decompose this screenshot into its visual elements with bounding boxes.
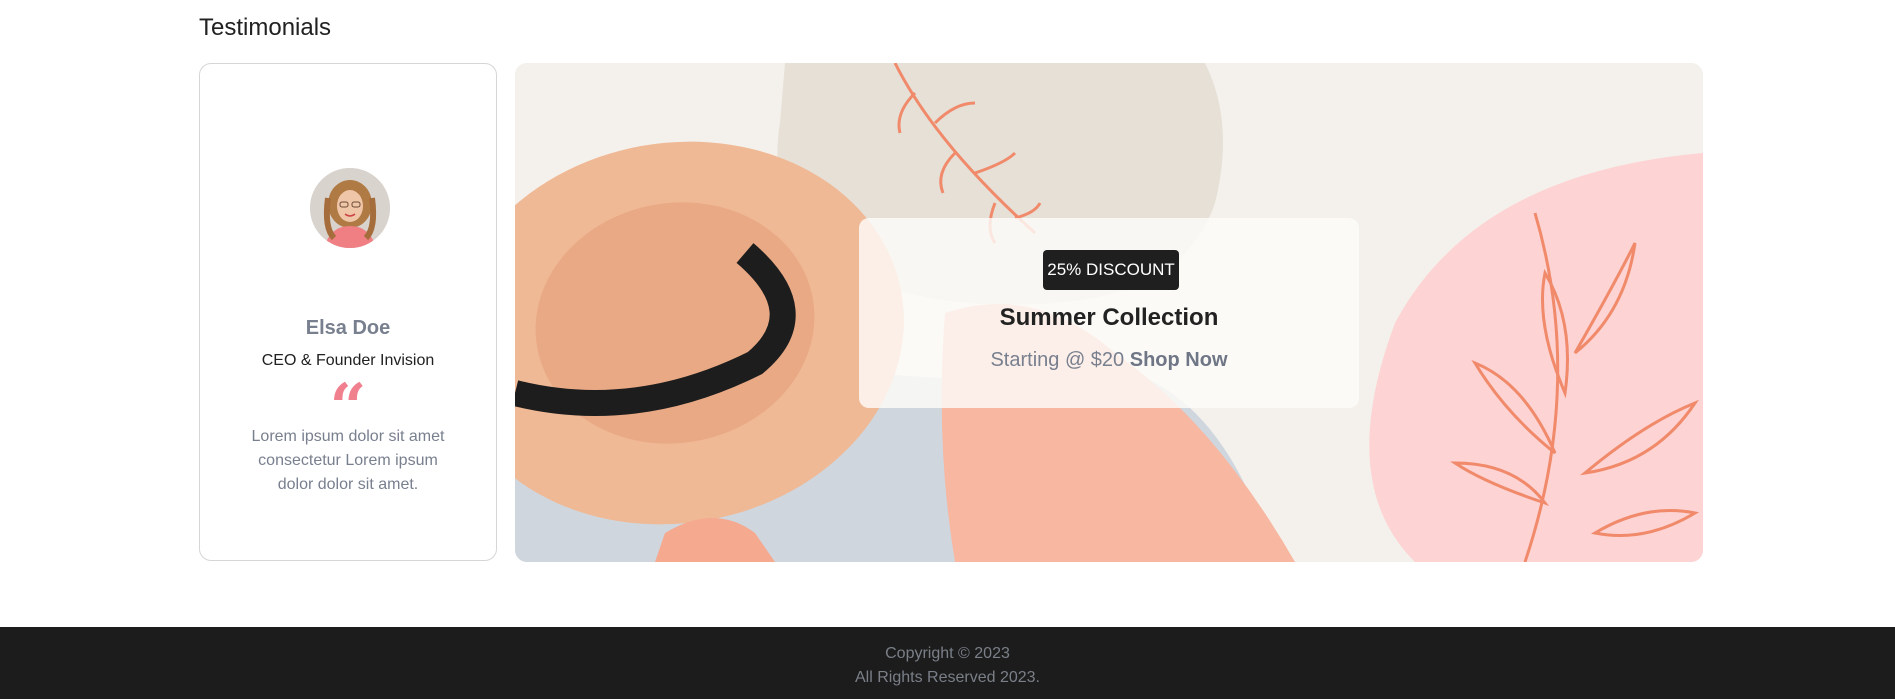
footer-copyright: Copyright © 2023 (885, 645, 1010, 662)
promo-title: Summer Collection (999, 304, 1219, 331)
quote-icon: “ (329, 370, 367, 445)
testimonial-text: Lorem ipsum dolor sit amet consectetur L… (251, 428, 445, 493)
testimonial-card: Elsa Doe CEO & Founder Invision “ Lorem … (199, 63, 497, 561)
section-title: Testimonials (199, 14, 332, 41)
discount-badge: 25% DISCOUNT (1043, 250, 1179, 290)
testimonial-role: CEO & Founder Invision (261, 352, 435, 369)
starting-price-text: Starting @ $20 (990, 349, 1125, 371)
promo-card: 25% DISCOUNT Summer Collection Starting … (859, 218, 1359, 408)
shop-now-link[interactable]: Shop Now (1130, 349, 1228, 371)
footer-rights: All Rights Reserved 2023. (855, 669, 1040, 686)
testimonial-name: Elsa Doe (305, 317, 391, 339)
avatar (310, 168, 390, 248)
footer: Copyright © 2023 All Rights Reserved 202… (0, 627, 1895, 699)
promo-banner[interactable]: 25% DISCOUNT Summer Collection Starting … (515, 63, 1703, 562)
promo-line: Starting @ $20 Shop Now (859, 349, 1359, 372)
